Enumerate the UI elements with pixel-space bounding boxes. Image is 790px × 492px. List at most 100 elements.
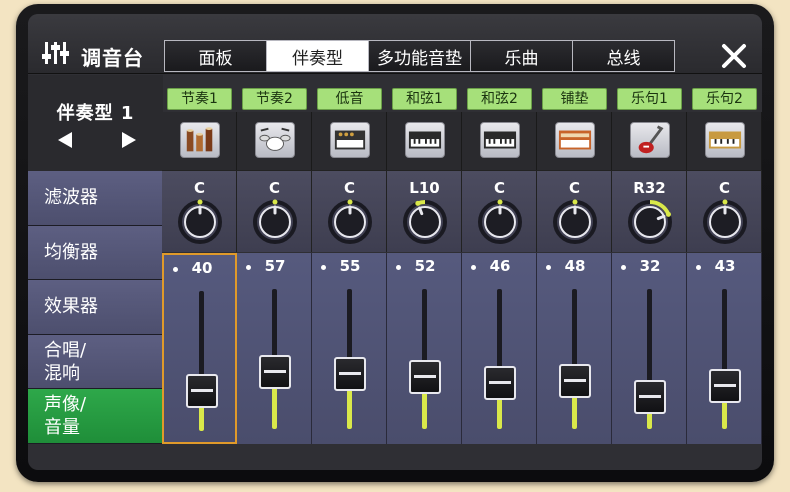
channel-label[interactable]: 节奏2 xyxy=(242,88,307,110)
percussion-icon[interactable] xyxy=(180,122,220,158)
channel-instrument xyxy=(162,112,237,170)
fader-track[interactable] xyxy=(497,289,502,429)
side-item-pan-volume[interactable]: 声像/ 音量 xyxy=(28,389,162,444)
channel-instrument xyxy=(312,112,387,170)
pan-cell: C xyxy=(162,170,237,252)
fader-cell[interactable]: 57 xyxy=(237,253,312,444)
tab-panel[interactable]: 面板 xyxy=(165,41,267,71)
pan-knob[interactable] xyxy=(327,199,373,245)
volume-value: 48 xyxy=(564,257,586,275)
channel-label[interactable]: 低音 xyxy=(317,88,382,110)
volume-value: 55 xyxy=(339,257,361,275)
preset-next-icon[interactable] xyxy=(122,132,136,148)
volume-value: 46 xyxy=(489,257,511,275)
fader-cell[interactable]: 46 xyxy=(462,253,537,444)
close-icon[interactable] xyxy=(720,42,748,70)
fader-cell[interactable]: 55 xyxy=(312,253,387,444)
fader-handle[interactable] xyxy=(259,355,291,389)
pan-value: L10 xyxy=(409,179,440,197)
side-item-label: 声像/ 音量 xyxy=(44,394,87,439)
synth-keyboard-icon[interactable] xyxy=(705,122,745,158)
volume-dot-icon xyxy=(546,265,551,270)
side-item-label: 合唱/ 混响 xyxy=(44,339,87,384)
channel-strip-6: 铺垫 C 48 xyxy=(537,86,612,444)
fader-cell[interactable]: 52 xyxy=(387,253,462,444)
pan-cell: C xyxy=(312,170,387,252)
pan-knob[interactable] xyxy=(627,199,673,245)
preset-name: 伴奏型 1 xyxy=(56,103,135,124)
side-item-label: 滤波器 xyxy=(44,187,98,209)
fader-track[interactable] xyxy=(722,289,727,429)
side-item-filter[interactable]: 滤波器 xyxy=(28,171,162,226)
side-item-eq[interactable]: 均衡器 xyxy=(28,225,162,281)
volume-dot-icon xyxy=(321,265,326,270)
pan-value: C xyxy=(343,179,355,197)
volume-dot-icon xyxy=(471,265,476,270)
pan-value: C xyxy=(493,179,505,197)
synth-bass-icon[interactable] xyxy=(330,122,370,158)
channel-label[interactable]: 乐句2 xyxy=(692,88,757,110)
channel-strip-4: 和弦1 L10 52 xyxy=(387,86,462,444)
fader-handle[interactable] xyxy=(186,374,218,408)
fader-track[interactable] xyxy=(422,289,427,429)
volume-value: 57 xyxy=(264,257,286,275)
pan-knob[interactable] xyxy=(252,199,298,245)
fader-cell[interactable]: 43 xyxy=(687,253,762,444)
mixer-screen: 调音台 面板 伴奏型 多功能音垫 乐曲 总线 伴奏型 1 滤波器 均衡器 效果器… xyxy=(28,14,762,470)
channel-label[interactable]: 铺垫 xyxy=(542,88,607,110)
fader-track[interactable] xyxy=(199,291,204,431)
channel-label[interactable]: 和弦2 xyxy=(467,88,532,110)
channel-label[interactable]: 和弦1 xyxy=(392,88,457,110)
tab-song[interactable]: 乐曲 xyxy=(471,41,573,71)
pan-value: C xyxy=(268,179,280,197)
electric-guitar-icon[interactable] xyxy=(630,122,670,158)
channel-label[interactable]: 节奏1 xyxy=(167,88,232,110)
tab-multi-pad[interactable]: 多功能音垫 xyxy=(369,41,471,71)
pan-cell: C xyxy=(237,170,312,252)
pan-value: C xyxy=(718,179,730,197)
fader-handle[interactable] xyxy=(334,357,366,391)
preset-prev-icon[interactable] xyxy=(58,132,72,148)
volume-value: 40 xyxy=(191,259,213,277)
fader-cell[interactable]: 32 xyxy=(612,253,687,444)
fader-track[interactable] xyxy=(572,289,577,429)
fader-handle[interactable] xyxy=(559,364,591,398)
pan-knob[interactable] xyxy=(402,199,448,245)
fader-cell[interactable]: 40 xyxy=(162,253,237,444)
channel-instrument xyxy=(387,112,462,170)
app-title: 调音台 xyxy=(81,46,144,70)
pan-knob[interactable] xyxy=(552,199,598,245)
tab-bus[interactable]: 总线 xyxy=(573,41,674,71)
pan-value: C xyxy=(568,179,580,197)
preset-selector: 伴奏型 1 xyxy=(28,75,163,171)
channel-instrument xyxy=(612,112,687,170)
mixer-icon xyxy=(42,42,69,64)
side-item-effect[interactable]: 效果器 xyxy=(28,280,162,335)
fader-handle[interactable] xyxy=(709,369,741,403)
channel-instrument xyxy=(462,112,537,170)
pan-knob[interactable] xyxy=(177,199,223,245)
pan-cell: C xyxy=(537,170,612,252)
pan-knob[interactable] xyxy=(702,199,748,245)
fader-handle[interactable] xyxy=(409,360,441,394)
tab-style[interactable]: 伴奏型 xyxy=(267,41,369,71)
organ-icon[interactable] xyxy=(555,122,595,158)
pan-knob[interactable] xyxy=(477,199,523,245)
keyboard-icon[interactable] xyxy=(405,122,445,158)
drum-kit-icon[interactable] xyxy=(255,122,295,158)
keyboard-icon[interactable] xyxy=(480,122,520,158)
pan-cell: L10 xyxy=(387,170,462,252)
fader-cell[interactable]: 48 xyxy=(537,253,612,444)
volume-dot-icon xyxy=(696,265,701,270)
volume-dot-icon xyxy=(396,265,401,270)
channel-strip-2: 节奏2 C 57 xyxy=(237,86,312,444)
side-item-chorus-reverb[interactable]: 合唱/ 混响 xyxy=(28,334,162,390)
volume-dot-icon xyxy=(173,267,178,272)
channel-label[interactable]: 乐句1 xyxy=(617,88,682,110)
fader-handle[interactable] xyxy=(484,366,516,400)
side-menu: 滤波器 均衡器 效果器 合唱/ 混响 声像/ 音量 xyxy=(28,171,162,444)
volume-value: 32 xyxy=(639,257,661,275)
fader-handle[interactable] xyxy=(634,380,666,414)
pan-cell: C xyxy=(462,170,537,252)
volume-value: 43 xyxy=(714,257,736,275)
